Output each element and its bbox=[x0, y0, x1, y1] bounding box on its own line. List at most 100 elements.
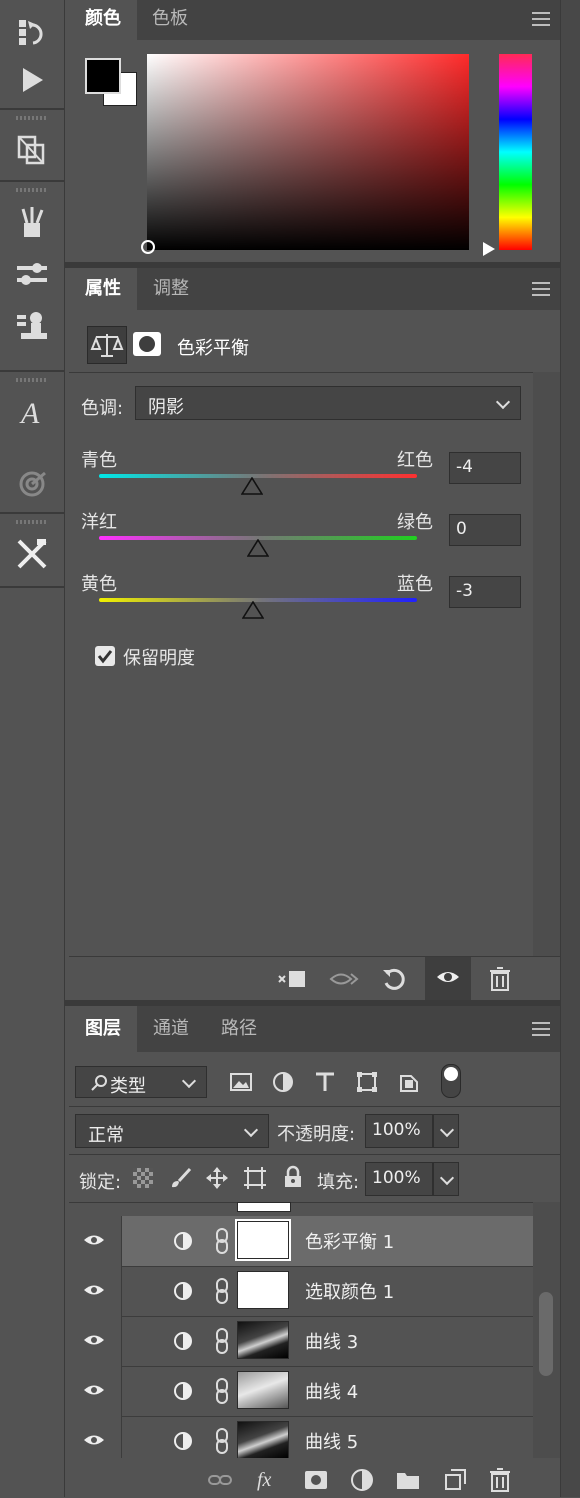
fill-input[interactable]: 100% bbox=[365, 1162, 433, 1196]
panel-menu-icon[interactable] bbox=[532, 12, 550, 26]
properties-scrollbar[interactable] bbox=[533, 372, 560, 956]
layer-name[interactable]: 曲线 5 bbox=[305, 1428, 358, 1454]
opacity-dropdown[interactable] bbox=[433, 1114, 459, 1148]
color-field[interactable] bbox=[141, 54, 469, 254]
actions-play-icon[interactable] bbox=[12, 60, 52, 100]
layers-scrollbar-thumb[interactable] bbox=[539, 1292, 553, 1376]
tab-properties[interactable]: 属性 bbox=[69, 268, 137, 310]
search-icon bbox=[91, 1075, 107, 1091]
layer-row[interactable]: 色彩平衡 1 bbox=[69, 1216, 533, 1267]
layer-mask-thumbnail[interactable] bbox=[237, 1271, 289, 1309]
layer-visibility-toggle[interactable] bbox=[69, 1216, 122, 1266]
clone-source-icon[interactable] bbox=[12, 306, 52, 346]
layers-list: 色彩平衡 1 选取颜色 1 曲线 3 曲线 4 曲线 5 bbox=[69, 1202, 560, 1458]
layer-visibility-toggle[interactable] bbox=[69, 1316, 122, 1366]
preserve-luminosity-checkbox[interactable] bbox=[95, 646, 115, 666]
panel-menu-icon[interactable] bbox=[532, 1022, 550, 1036]
opacity-input[interactable]: 100% bbox=[365, 1114, 433, 1148]
layer-thumbnail-partial bbox=[237, 1202, 291, 1212]
layer-visibility-toggle[interactable] bbox=[69, 1416, 122, 1458]
magenta-green-value-input[interactable]: 0 bbox=[449, 514, 521, 546]
toggle-visibility-button[interactable] bbox=[425, 957, 471, 1001]
layers-scrollbar[interactable] bbox=[533, 1202, 560, 1458]
tool-presets-icon[interactable] bbox=[12, 534, 52, 574]
mask-link-chain-icon[interactable] bbox=[215, 1378, 229, 1404]
panel-menu-icon[interactable] bbox=[532, 282, 550, 296]
layer-row[interactable]: 选取颜色 1 bbox=[69, 1266, 533, 1317]
filter-adjustment-layers-icon[interactable] bbox=[271, 1070, 297, 1096]
filter-toggle-switch[interactable] bbox=[441, 1064, 461, 1098]
layer-name[interactable]: 色彩平衡 1 bbox=[305, 1228, 394, 1254]
mask-link-chain-icon[interactable] bbox=[215, 1428, 229, 1454]
layer-name[interactable]: 曲线 3 bbox=[305, 1328, 358, 1354]
brush-presets-icon[interactable] bbox=[12, 202, 52, 242]
foreground-color-swatch[interactable] bbox=[85, 58, 121, 94]
tone-dropdown[interactable]: 阴影 bbox=[135, 386, 521, 420]
mask-link-chain-icon[interactable] bbox=[215, 1278, 229, 1304]
preserve-luminosity-label: 保留明度 bbox=[123, 648, 195, 669]
magenta-green-slider-handle[interactable] bbox=[246, 538, 270, 557]
reset-adjustment-icon[interactable] bbox=[381, 966, 407, 992]
blend-mode-dropdown[interactable]: 正常 bbox=[75, 1114, 269, 1148]
lock-artboard-icon[interactable] bbox=[243, 1166, 269, 1192]
new-group-folder-icon[interactable] bbox=[395, 1467, 421, 1493]
svg-text:fx: fx bbox=[257, 1469, 272, 1491]
fill-dropdown[interactable] bbox=[433, 1162, 459, 1196]
chevron-down-icon bbox=[439, 1170, 455, 1186]
yellow-blue-value-input[interactable]: -3 bbox=[449, 576, 521, 608]
layer-row[interactable]: 曲线 5 bbox=[69, 1416, 533, 1458]
history-icon[interactable] bbox=[12, 12, 52, 52]
layer-name[interactable]: 曲线 4 bbox=[305, 1378, 358, 1404]
tab-paths[interactable]: 路径 bbox=[205, 1006, 273, 1052]
view-previous-state-icon[interactable] bbox=[329, 966, 359, 992]
filter-pixel-layers-icon[interactable] bbox=[229, 1070, 255, 1096]
tab-swatches[interactable]: 色板 bbox=[137, 0, 203, 40]
cyan-red-slider-handle[interactable] bbox=[240, 476, 264, 495]
layer-row[interactable]: 曲线 4 bbox=[69, 1366, 533, 1417]
layer-mask-thumbnail[interactable] bbox=[235, 1219, 291, 1261]
layer-name[interactable]: 选取颜色 1 bbox=[305, 1278, 394, 1304]
add-mask-icon[interactable] bbox=[303, 1467, 329, 1493]
trash-icon[interactable] bbox=[487, 966, 513, 992]
layers-footer: fx bbox=[69, 1462, 560, 1497]
layer-visibility-toggle[interactable] bbox=[69, 1266, 122, 1316]
layer-mask-icon[interactable] bbox=[133, 332, 161, 356]
lock-all-icon[interactable] bbox=[281, 1165, 307, 1191]
tab-layers[interactable]: 图层 bbox=[69, 1006, 137, 1052]
mask-link-chain-icon[interactable] bbox=[215, 1328, 229, 1354]
brush-settings-icon[interactable] bbox=[12, 254, 52, 294]
link-layers-icon[interactable] bbox=[207, 1467, 233, 1493]
layer-mask-thumbnail[interactable] bbox=[237, 1421, 289, 1458]
tab-color[interactable]: 颜色 bbox=[69, 0, 137, 40]
layer-row[interactable]: 曲线 3 bbox=[69, 1316, 533, 1367]
filter-type-layers-icon[interactable] bbox=[313, 1070, 339, 1096]
balance-scale-icon[interactable] bbox=[87, 326, 127, 364]
lock-transparent-pixels-icon[interactable] bbox=[133, 1168, 153, 1188]
cyan-red-value-input[interactable]: -4 bbox=[449, 452, 521, 484]
new-adjustment-layer-icon[interactable] bbox=[349, 1467, 375, 1493]
hue-slider-handle[interactable] bbox=[483, 242, 495, 256]
lock-position-icon[interactable] bbox=[205, 1166, 231, 1192]
mask-link-chain-icon[interactable] bbox=[215, 1228, 229, 1254]
trash-icon[interactable] bbox=[487, 1467, 513, 1493]
tab-channels[interactable]: 通道 bbox=[137, 1006, 205, 1052]
character-panel-icon[interactable]: A bbox=[12, 392, 52, 432]
filter-shape-layers-icon[interactable] bbox=[355, 1070, 381, 1096]
filter-type-dropdown[interactable]: 类型 bbox=[75, 1066, 207, 1098]
layer-effects-fx-icon[interactable]: fx bbox=[255, 1465, 281, 1491]
yellow-blue-slider-handle[interactable] bbox=[241, 600, 265, 619]
hue-slider[interactable] bbox=[499, 54, 532, 250]
new-layer-icon[interactable] bbox=[441, 1467, 467, 1493]
lock-image-pixels-icon[interactable] bbox=[169, 1166, 195, 1192]
clip-to-layer-icon[interactable] bbox=[277, 966, 305, 992]
layer-mask-thumbnail[interactable] bbox=[237, 1371, 289, 1409]
layer-mask-thumbnail[interactable] bbox=[237, 1321, 289, 1359]
blend-mode-value: 正常 bbox=[88, 1125, 124, 1146]
3d-panel-icon[interactable] bbox=[12, 464, 52, 504]
layer-visibility-toggle[interactable] bbox=[69, 1366, 122, 1416]
transform-icon[interactable] bbox=[12, 130, 52, 170]
color-picker-cursor[interactable] bbox=[141, 240, 155, 254]
eye-icon bbox=[84, 1335, 104, 1345]
tab-adjustments[interactable]: 调整 bbox=[137, 268, 205, 310]
filter-smart-objects-icon[interactable] bbox=[397, 1070, 423, 1096]
